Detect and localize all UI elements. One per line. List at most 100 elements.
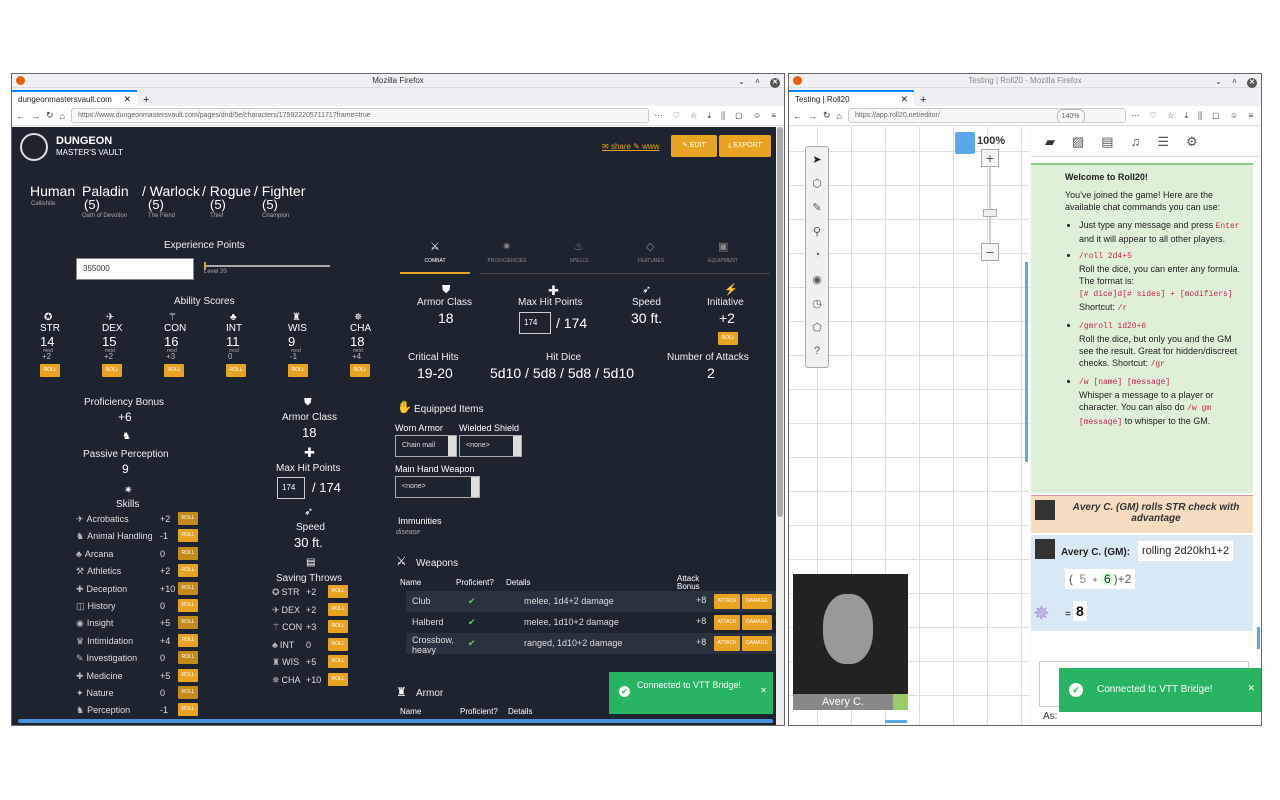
tab-spells-icon[interactable]: ♨ bbox=[574, 240, 584, 253]
zoom-slider-thumb[interactable] bbox=[983, 209, 997, 217]
damage-button[interactable]: DAMAGE bbox=[742, 636, 772, 651]
right-url-bar[interactable]: https://app.roll20.net/editor/140% bbox=[847, 108, 1126, 123]
attack-button[interactable]: ATTACK bbox=[714, 636, 740, 651]
main-hand-select[interactable]: <none> bbox=[395, 476, 480, 498]
horizontal-scrollbar[interactable] bbox=[885, 720, 907, 723]
xp-input[interactable]: 355000 bbox=[76, 258, 194, 280]
attack-button[interactable]: ATTACK bbox=[714, 615, 740, 630]
close-tab-icon[interactable]: ✕ bbox=[123, 94, 131, 105]
skill-roll-button[interactable]: ROLL bbox=[178, 668, 198, 682]
draw-tool-icon[interactable]: ✎ bbox=[806, 195, 828, 219]
close-tab-icon[interactable]: ✕ bbox=[900, 94, 908, 105]
forward-icon[interactable]: → bbox=[31, 111, 40, 121]
help-icon[interactable]: ? bbox=[806, 339, 828, 363]
combat-hp-input[interactable]: 174 bbox=[519, 312, 551, 334]
skill-roll-button[interactable]: ROLL bbox=[178, 581, 198, 595]
canvas-scrollbar[interactable] bbox=[1025, 262, 1028, 462]
ability-cha-roll-button[interactable]: ROLL bbox=[350, 364, 370, 377]
home-icon[interactable]: ⌂ bbox=[837, 111, 842, 121]
vertical-scrollbar[interactable] bbox=[776, 127, 784, 725]
toolbar-icons[interactable]: ⋯ ♡ ☆ ⤓ ⫼ ▢ ☺ ≡ bbox=[1132, 111, 1258, 121]
skill-roll-button[interactable]: ROLL bbox=[178, 599, 198, 612]
skill-roll-button[interactable]: ROLL bbox=[178, 512, 198, 525]
fog-tool-icon[interactable]: ◉ bbox=[806, 267, 828, 291]
toast-close-icon[interactable]: ✕ bbox=[760, 686, 767, 695]
tab-proficiencies[interactable]: PROFICIENCIES bbox=[472, 258, 542, 264]
chat-scrollbar[interactable] bbox=[1257, 627, 1260, 649]
save-roll-button[interactable]: ROLL bbox=[328, 602, 348, 616]
toolbar-icons[interactable]: ⋯ ♡ ☆ ⤓ ⫼ ▢ ☺ ≡ bbox=[655, 111, 781, 121]
back-icon[interactable]: ← bbox=[793, 111, 802, 121]
tab-equipment-icon[interactable]: ▣ bbox=[718, 240, 728, 253]
worn-armor-select[interactable]: Chain mail bbox=[395, 435, 457, 457]
shield-select[interactable]: <none> bbox=[459, 435, 522, 457]
zoom-in-button[interactable]: + bbox=[981, 149, 999, 167]
tab-proficiencies-icon[interactable]: ✷ bbox=[502, 240, 511, 253]
left-tab[interactable]: dungeonmastersvault.com ✕ bbox=[12, 90, 137, 106]
tab-spells[interactable]: SPELLS bbox=[544, 258, 614, 264]
share-link[interactable]: ✉ share ✎ www bbox=[602, 142, 659, 151]
damage-button[interactable]: DAMAGE bbox=[742, 615, 772, 630]
dice-tool-icon[interactable]: ⬠ bbox=[806, 315, 828, 339]
layers-tool-icon[interactable]: ⬡ bbox=[806, 171, 828, 195]
init-roll-button[interactable]: ROLL bbox=[718, 332, 738, 345]
skill-roll-button[interactable]: ROLL bbox=[178, 616, 198, 630]
tab-features-icon[interactable]: ◇ bbox=[646, 240, 654, 253]
tab-features[interactable]: FEATURES bbox=[616, 258, 686, 264]
skill-roll-button[interactable]: ROLL bbox=[178, 564, 198, 578]
ability-wis-roll-button[interactable]: ROLL bbox=[288, 364, 308, 377]
vtt-bridge-toast[interactable]: ✔ Connected to VTT Bridge! ✕ bbox=[609, 672, 773, 714]
mid-hp-input[interactable]: 174 bbox=[277, 477, 305, 499]
tab-combat-icon[interactable]: ⚔ bbox=[430, 240, 440, 253]
home-icon[interactable]: ⌂ bbox=[60, 111, 65, 121]
toast-close-icon[interactable]: ✕ bbox=[1247, 683, 1255, 694]
close-icon[interactable]: ✕ bbox=[1247, 78, 1257, 88]
zoom-slider-track[interactable] bbox=[989, 167, 991, 243]
ability-dex-roll-button[interactable]: ROLL bbox=[102, 364, 122, 377]
new-tab-button[interactable]: + bbox=[914, 94, 932, 106]
new-tab-button[interactable]: + bbox=[137, 94, 155, 106]
skill-roll-button[interactable]: ROLL bbox=[178, 546, 198, 560]
tab-equipment[interactable]: EQUIPMENT bbox=[688, 258, 758, 264]
zoom-out-button[interactable]: − bbox=[981, 243, 999, 261]
tab-combat[interactable]: COMBAT bbox=[400, 258, 470, 264]
reload-icon[interactable]: ↻ bbox=[46, 110, 54, 121]
export-button[interactable]: ⤓ EXPORT bbox=[719, 135, 771, 157]
measure-tool-icon[interactable]: ◔ bbox=[806, 243, 828, 267]
ability-int-roll-button[interactable]: ROLL bbox=[226, 364, 246, 377]
skill-roll-button[interactable]: ROLL bbox=[178, 529, 198, 543]
select-tool-icon[interactable]: ➤ bbox=[806, 147, 828, 171]
window-controls[interactable]: ⌄ ˄ ✕ bbox=[1215, 75, 1257, 89]
zoom-tool-icon[interactable]: ⚲ bbox=[806, 219, 828, 243]
turn-tracker-icon[interactable]: ◷ bbox=[806, 291, 828, 315]
back-icon[interactable]: ← bbox=[16, 111, 25, 121]
art-tab-icon[interactable]: ▨ bbox=[1072, 134, 1084, 150]
scroll-thumb[interactable] bbox=[777, 127, 783, 517]
ability-str-roll-button[interactable]: ROLL bbox=[40, 364, 60, 377]
save-roll-button[interactable]: ROLL bbox=[328, 620, 348, 633]
damage-button[interactable]: DAMAGE bbox=[742, 594, 772, 609]
window-controls[interactable]: ⌄ ˄ ✕ bbox=[738, 75, 780, 89]
left-url-bar[interactable]: https://www.dungeonmastersvault.com/page… bbox=[70, 108, 649, 123]
skill-roll-button[interactable]: ROLL bbox=[178, 651, 198, 665]
save-roll-button[interactable]: ROLL bbox=[328, 637, 348, 651]
journal-tab-icon[interactable]: ▤ bbox=[1101, 134, 1113, 150]
save-roll-button[interactable]: ROLL bbox=[328, 672, 348, 686]
ability-con-roll-button[interactable]: ROLL bbox=[164, 364, 184, 377]
roll20-vtt-toast[interactable]: ✔ Connected to VTT Bridge! ✕ bbox=[1059, 668, 1261, 712]
chat-tab-icon[interactable]: ▰ bbox=[1045, 134, 1055, 150]
forward-icon[interactable]: → bbox=[808, 111, 817, 121]
reload-icon[interactable]: ↻ bbox=[823, 110, 831, 121]
macros-tab-icon[interactable]: ☰ bbox=[1157, 134, 1169, 150]
settings-tab-icon[interactable]: ⚙ bbox=[1186, 134, 1198, 150]
right-tab[interactable]: Testing | Roll20 ✕ bbox=[789, 90, 914, 106]
horizontal-scrollbar[interactable] bbox=[18, 719, 773, 723]
skill-roll-button[interactable]: ROLL bbox=[178, 703, 198, 717]
skill-roll-button[interactable]: ROLL bbox=[178, 633, 198, 647]
close-icon[interactable]: ✕ bbox=[770, 78, 780, 88]
save-roll-button[interactable]: ROLL bbox=[328, 655, 348, 668]
compendium-tab-icon[interactable]: ♫ bbox=[1131, 134, 1141, 149]
skill-roll-button[interactable]: ROLL bbox=[178, 686, 198, 699]
page-icon[interactable] bbox=[955, 132, 975, 154]
attack-button[interactable]: ATTACK bbox=[714, 594, 740, 609]
